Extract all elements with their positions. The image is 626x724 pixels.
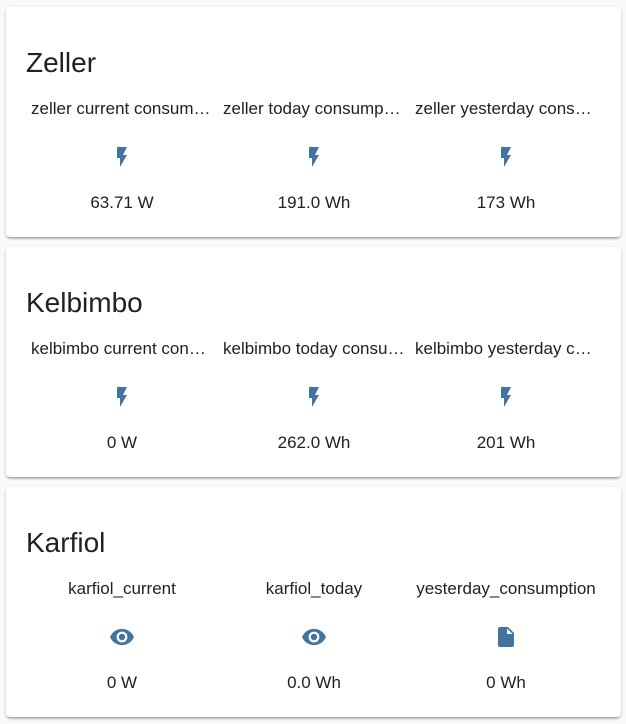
entity-row: kelbimbo current consumption 0 W kelbimb… bbox=[26, 337, 602, 455]
entity-name: zeller today consumption bbox=[223, 99, 405, 118]
entity-name: karfiol_current bbox=[68, 579, 176, 598]
entity-zeller-today[interactable]: zeller today consumption 191.0 Wh bbox=[218, 97, 410, 215]
entity-name: kelbimbo today consumption bbox=[223, 339, 405, 358]
entity-state: 262.0 Wh bbox=[277, 433, 351, 452]
eye-icon bbox=[301, 624, 327, 650]
entity-name: zeller yesterday consumption bbox=[415, 99, 597, 118]
card-karfiol: Karfiol karfiol_current 0 W karfiol_toda… bbox=[6, 487, 621, 717]
entity-state: 0 W bbox=[106, 673, 138, 692]
entity-row: zeller current consumption 63.71 W zelle… bbox=[26, 97, 602, 215]
card-title: Kelbimbo bbox=[26, 287, 143, 318]
card-title: Karfiol bbox=[26, 527, 106, 558]
entity-kelbimbo-today[interactable]: kelbimbo today consumption 262.0 Wh bbox=[218, 337, 410, 455]
entity-state: 201 Wh bbox=[476, 433, 536, 452]
entity-name: zeller current consumption bbox=[31, 99, 213, 118]
flash-icon bbox=[301, 384, 327, 410]
card-kelbimbo: Kelbimbo kelbimbo current consumption 0 … bbox=[6, 247, 621, 477]
entity-row: karfiol_current 0 W karfiol_today 0.0 Wh… bbox=[26, 577, 602, 695]
entity-state: 0.0 Wh bbox=[287, 673, 341, 692]
flash-icon bbox=[493, 384, 519, 410]
entity-zeller-current[interactable]: zeller current consumption 63.71 W bbox=[26, 97, 218, 215]
card-title: Zeller bbox=[26, 47, 97, 78]
flash-icon bbox=[493, 144, 519, 170]
entity-karfiol-today[interactable]: karfiol_today 0.0 Wh bbox=[218, 577, 410, 695]
flash-icon bbox=[109, 144, 135, 170]
entity-state: 0 W bbox=[106, 433, 138, 452]
file-icon bbox=[493, 624, 519, 650]
entity-name: kelbimbo current consumption bbox=[31, 339, 213, 358]
entity-name: karfiol_today bbox=[265, 579, 363, 598]
entity-state: 63.71 W bbox=[90, 193, 154, 212]
entity-name: yesterday_consumption bbox=[416, 579, 596, 598]
eye-icon bbox=[109, 624, 135, 650]
flash-icon bbox=[109, 384, 135, 410]
card-zeller: Zeller zeller current consumption 63.71 … bbox=[6, 7, 621, 237]
entity-name: kelbimbo yesterday consumption bbox=[415, 339, 597, 358]
entity-kelbimbo-current[interactable]: kelbimbo current consumption 0 W bbox=[26, 337, 218, 455]
flash-icon bbox=[301, 144, 327, 170]
entity-state: 173 Wh bbox=[476, 193, 536, 212]
entity-karfiol-current[interactable]: karfiol_current 0 W bbox=[26, 577, 218, 695]
entity-state: 191.0 Wh bbox=[277, 193, 351, 212]
entity-karfiol-yesterday[interactable]: yesterday_consumption 0 Wh bbox=[410, 577, 602, 695]
entity-zeller-yesterday[interactable]: zeller yesterday consumption 173 Wh bbox=[410, 97, 602, 215]
entity-kelbimbo-yesterday[interactable]: kelbimbo yesterday consumption 201 Wh bbox=[410, 337, 602, 455]
entity-state: 0 Wh bbox=[486, 673, 526, 692]
dashboard: Zeller zeller current consumption 63.71 … bbox=[0, 0, 626, 724]
